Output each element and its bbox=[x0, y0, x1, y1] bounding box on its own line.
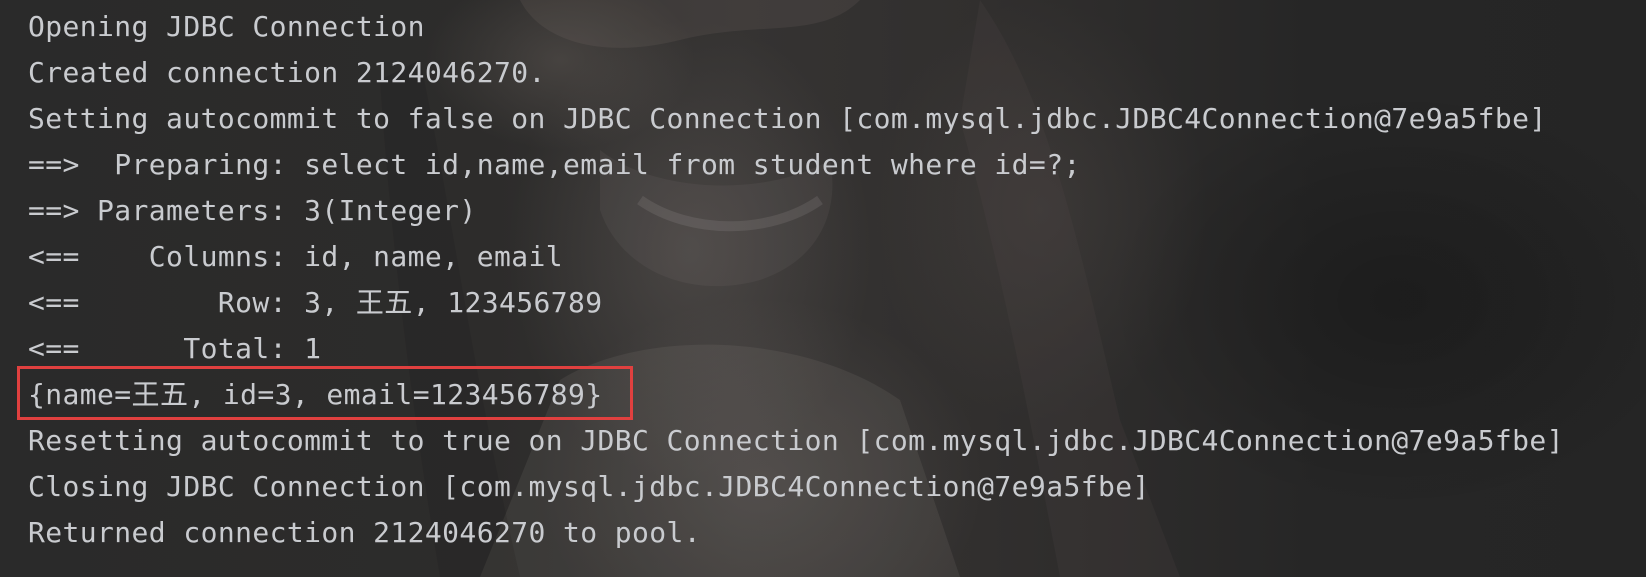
log-line-preparing: ==> Preparing: select id,name,email from… bbox=[28, 148, 1081, 181]
log-line-opening: Opening JDBC Connection bbox=[28, 10, 425, 43]
log-line-row: <== Row: 3, 王五, 123456789 bbox=[28, 286, 603, 319]
log-line-parameters: ==> Parameters: 3(Integer) bbox=[28, 194, 477, 227]
log-line-created: Created connection 2124046270. bbox=[28, 56, 546, 89]
log-line-columns: <== Columns: id, name, email bbox=[28, 240, 563, 273]
log-line-result-map: {name=王五, id=3, email=123456789} bbox=[28, 378, 603, 411]
log-line-closing: Closing JDBC Connection [com.mysql.jdbc.… bbox=[28, 470, 1150, 503]
log-line-returned: Returned connection 2124046270 to pool. bbox=[28, 516, 702, 549]
console-output-panel: Opening JDBC Connection Created connecti… bbox=[0, 0, 1646, 577]
log-lines: Opening JDBC Connection Created connecti… bbox=[28, 4, 1564, 556]
log-line-autocommit-false: Setting autocommit to false on JDBC Conn… bbox=[28, 102, 1547, 135]
log-line-autocommit-true: Resetting autocommit to true on JDBC Con… bbox=[28, 424, 1564, 457]
log-line-total: <== Total: 1 bbox=[28, 332, 322, 365]
